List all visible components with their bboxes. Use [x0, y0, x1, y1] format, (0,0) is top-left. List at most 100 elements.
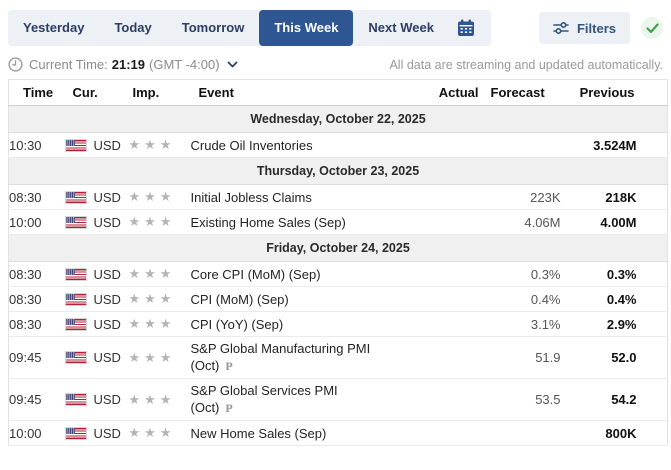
event-forecast: 0.4%: [491, 287, 561, 312]
event-link[interactable]: New Home Sales (Sep): [191, 425, 327, 442]
row-spacer: [637, 337, 668, 379]
currency-cell: USD: [65, 317, 129, 332]
row-spacer: [637, 133, 668, 158]
us-flag-icon: [65, 139, 87, 152]
currency-code: USD: [94, 138, 121, 153]
currency-cell: USD: [65, 138, 129, 153]
chevron-down-icon: [227, 61, 238, 68]
event-actual: [437, 185, 491, 210]
importance-stars: ★★★: [129, 425, 176, 440]
event-forecast: 53.5: [491, 379, 561, 421]
tab-tomorrow[interactable]: Tomorrow: [167, 10, 260, 46]
row-spacer: [637, 312, 668, 337]
event-previous: 0.4%: [561, 287, 637, 312]
col-header-event: Event: [191, 80, 437, 106]
event-link[interactable]: Existing Home Sales (Sep): [191, 214, 346, 231]
event-row[interactable]: 08:30USD★★★CPI (YoY) (Sep)3.1%2.9%: [9, 312, 668, 337]
streaming-note: All data are streaming and updated autom…: [389, 58, 663, 72]
importance-stars: ★★★: [129, 316, 176, 331]
row-spacer: [637, 185, 668, 210]
check-icon: [641, 17, 663, 39]
event-forecast: 223K: [491, 185, 561, 210]
us-flag-icon: [65, 216, 87, 229]
event-link[interactable]: CPI (YoY) (Sep): [191, 316, 284, 333]
event-link[interactable]: Core CPI (MoM) (Sep): [191, 266, 321, 283]
currency-cell: USD: [65, 292, 129, 307]
event-name: Existing Home Sales (Sep): [191, 215, 346, 230]
event-row[interactable]: 10:00USD★★★New Home Sales (Sep)800K: [9, 421, 668, 446]
row-spacer: [637, 210, 668, 235]
tab-today[interactable]: Today: [99, 10, 166, 46]
event-actual: [437, 210, 491, 235]
day-header-row: Thursday, October 23, 2025: [9, 158, 668, 185]
event-row[interactable]: 08:30USD★★★Initial Jobless Claims223K218…: [9, 185, 668, 210]
event-link[interactable]: Initial Jobless Claims: [191, 189, 312, 206]
event-time: 10:00: [9, 210, 65, 235]
currency-cell: USD: [65, 350, 129, 365]
event-actual: [437, 262, 491, 287]
event-forecast: 0.3%: [491, 262, 561, 287]
event-previous: 800K: [561, 421, 637, 446]
col-header-actual: Actual: [437, 80, 491, 106]
us-flag-icon: [65, 268, 87, 281]
calendar-icon[interactable]: [449, 19, 487, 37]
filters-button[interactable]: Filters: [539, 12, 630, 44]
table-header-row: TimeCur.Imp.EventActualForecastPrevious: [9, 80, 668, 106]
toolbar: YesterdayTodayTomorrowThis WeekNext Week: [8, 10, 663, 46]
event-time: 08:30: [9, 185, 65, 210]
currency-cell: USD: [65, 392, 129, 407]
event-row[interactable]: 09:45USD★★★S&P Global Services PMI (Oct)…: [9, 379, 668, 421]
current-time-control[interactable]: Current Time: 21:19 (GMT -4:00): [8, 57, 238, 72]
event-previous: 4.00M: [561, 210, 637, 235]
tab-next-week[interactable]: Next Week: [353, 10, 449, 46]
row-spacer: [637, 262, 668, 287]
currency-cell: USD: [65, 426, 129, 441]
current-time-label: Current Time:: [29, 57, 108, 72]
event-name: Core CPI (MoM) (Sep): [191, 267, 321, 282]
importance-stars: ★★★: [129, 214, 176, 229]
us-flag-icon: [65, 427, 87, 440]
event-link[interactable]: Crude Oil Inventories: [191, 137, 313, 154]
event-forecast: 51.9: [491, 337, 561, 379]
preliminary-icon: P: [225, 359, 232, 373]
event-forecast: 3.1%: [491, 312, 561, 337]
importance-stars: ★★★: [129, 266, 176, 281]
tab-this-week[interactable]: This Week: [259, 10, 353, 46]
date-range-tabs: YesterdayTodayTomorrowThis WeekNext Week: [8, 10, 491, 46]
importance-stars: ★★★: [129, 137, 176, 152]
event-row[interactable]: 08:30USD★★★CPI (MoM) (Sep)0.4%0.4%: [9, 287, 668, 312]
event-name: New Home Sales (Sep): [191, 426, 327, 441]
event-row[interactable]: 10:00USD★★★Existing Home Sales (Sep)4.06…: [9, 210, 668, 235]
tab-yesterday[interactable]: Yesterday: [8, 10, 99, 46]
currency-code: USD: [94, 267, 121, 282]
day-header-row: Wednesday, October 22, 2025: [9, 106, 668, 133]
event-link[interactable]: S&P Global Manufacturing PMI (Oct)P: [191, 340, 383, 375]
importance-stars: ★★★: [129, 291, 176, 306]
us-flag-icon: [65, 393, 87, 406]
event-time: 10:30: [9, 133, 65, 158]
event-name: S&P Global Services PMI (Oct): [191, 383, 338, 415]
event-actual: [437, 287, 491, 312]
event-actual: [437, 133, 491, 158]
event-actual: [437, 337, 491, 379]
event-row[interactable]: 10:30 USD ★★★ Crude Oil Inventories 3.524M: [9, 133, 668, 158]
col-header-imp: Imp.: [129, 80, 191, 106]
event-forecast: [491, 133, 561, 158]
currency-cell: USD: [65, 215, 129, 230]
importance-stars: ★★★: [129, 392, 176, 407]
event-name: Crude Oil Inventories: [191, 138, 313, 153]
us-flag-icon: [65, 351, 87, 364]
event-link[interactable]: CPI (MoM) (Sep): [191, 291, 289, 308]
event-forecast: [491, 421, 561, 446]
currency-code: USD: [94, 392, 121, 407]
calendar-icon: [457, 19, 475, 37]
event-row[interactable]: 08:30USD★★★Core CPI (MoM) (Sep)0.3%0.3%: [9, 262, 668, 287]
col-header-previous: Previous: [561, 80, 637, 106]
event-link[interactable]: S&P Global Services PMI (Oct)P: [191, 382, 383, 417]
event-name: Initial Jobless Claims: [191, 190, 312, 205]
event-name: CPI (YoY) (Sep): [191, 317, 284, 332]
event-actual: [437, 379, 491, 421]
current-time-value: 21:19: [112, 57, 145, 72]
event-previous: 3.524M: [561, 133, 637, 158]
event-row[interactable]: 09:45USD★★★S&P Global Manufacturing PMI …: [9, 337, 668, 379]
